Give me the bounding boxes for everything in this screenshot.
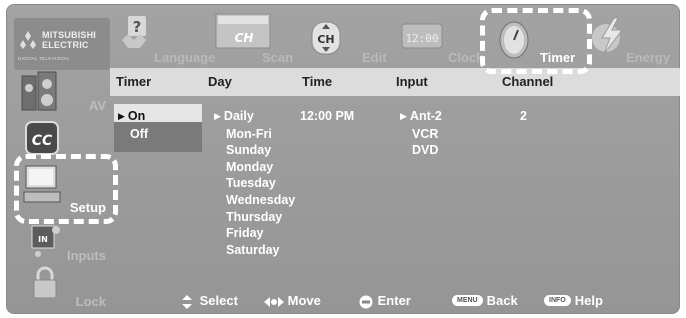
tab-clock[interactable]: 12:00 Clock (398, 4, 484, 68)
timer-tab-highlight (480, 8, 592, 74)
input-option-ant-2[interactable]: Ant-2 (400, 108, 442, 126)
tab-edit[interactable]: CH Edit (302, 4, 398, 68)
bottom-hint-bar: Select Move Enter MENU Back INFO Help (6, 288, 680, 314)
hint-select: Select (178, 293, 238, 309)
sidebar-item-inputs[interactable]: IN Inputs (14, 218, 110, 266)
tab-language[interactable]: ? Language (110, 4, 215, 68)
input-column: Ant-2 VCR DVD (400, 108, 442, 159)
timer-column: On Off (118, 108, 148, 142)
channel-column: 2 (520, 108, 527, 125)
clock-icon: 12:00 (401, 23, 443, 49)
enter-button-icon (359, 295, 373, 309)
header-timer: Timer (116, 74, 152, 89)
day-option-tuesday[interactable]: Tuesday (214, 175, 295, 192)
hint-help-label: Help (574, 293, 603, 308)
sidebar-item-av[interactable]: AV (14, 68, 110, 118)
day-column: Daily Mon-Fri Sunday Monday Tuesday Wedn… (214, 108, 295, 258)
header-input: Input (396, 74, 428, 89)
hint-enter: Enter (358, 293, 411, 309)
tab-scan[interactable]: CH Scan (206, 4, 302, 68)
channel-value[interactable]: 2 (520, 108, 527, 125)
timer-option-on[interactable]: On (118, 108, 148, 126)
setup-item-highlight (14, 154, 118, 224)
day-option-saturday[interactable]: Saturday (214, 242, 295, 259)
tab-clock-label: Clock (448, 50, 484, 65)
brand-name-line2: ELECTRIC (42, 40, 89, 50)
tab-energy-label: Energy (626, 50, 671, 65)
brand-tagline: DIGITAL TELEVISION (18, 56, 70, 61)
input-option-dvd[interactable]: DVD (400, 142, 442, 159)
speakers-icon (21, 71, 57, 111)
day-option-friday[interactable]: Friday (214, 225, 295, 242)
svg-text:?: ? (133, 18, 142, 36)
header-day: Day (208, 74, 232, 89)
tv-menu-screen: MITSUBISHI ELECTRIC DIGITAL TELEVISION ?… (6, 4, 680, 314)
channel-scan-icon: CH (215, 13, 271, 49)
brand-name-line1: MITSUBISHI (42, 30, 97, 40)
cc-icon-text: CC (32, 133, 53, 149)
tab-energy[interactable]: Energy (580, 4, 680, 68)
sidebar-item-av-label: AV (88, 98, 106, 113)
brand-logo: MITSUBISHI ELECTRIC DIGITAL TELEVISION (14, 18, 110, 70)
in-badge-text: IN (38, 235, 48, 244)
day-option-thursday[interactable]: Thursday (214, 209, 295, 226)
info-key-icon: INFO (544, 295, 571, 307)
input-option-vcr[interactable]: VCR (400, 126, 442, 143)
menu-key-icon: MENU (452, 295, 483, 307)
table-header-row: Timer Day Time Input Channel (110, 68, 680, 96)
closed-caption-icon: CC (25, 121, 59, 155)
hint-back-label: Back (486, 293, 518, 308)
hint-move-label: Move (287, 293, 321, 308)
hint-back: MENU Back (452, 293, 518, 308)
hint-select-label: Select (199, 293, 238, 308)
time-value[interactable]: 12:00 PM (300, 108, 354, 125)
hint-help: INFO Help (544, 293, 603, 308)
header-channel: Channel (502, 74, 554, 89)
header-time: Time (302, 74, 333, 89)
clock-digits: 12:00 (405, 32, 438, 45)
scan-ch-text: CH (235, 31, 254, 45)
energy-bolt-icon (592, 17, 623, 55)
sidebar-item-inputs-label: Inputs (67, 248, 106, 263)
left-right-arrows-icon (264, 296, 284, 307)
timer-settings-table: Timer Day Time Input Channel On Off Dail… (110, 68, 680, 288)
tab-edit-label: Edit (362, 50, 387, 65)
timer-option-off[interactable]: Off (118, 126, 148, 143)
channel-edit-icon: CH (311, 21, 341, 55)
language-help-icon: ? (122, 16, 146, 48)
up-down-arrows-icon (182, 294, 192, 309)
hint-move: Move (264, 293, 321, 309)
mitsubishi-diamonds-icon (20, 31, 36, 49)
day-option-monday[interactable]: Monday (214, 159, 295, 176)
hint-enter-label: Enter (377, 293, 411, 308)
day-option-wednesday[interactable]: Wednesday (214, 192, 295, 209)
tab-scan-label: Scan (262, 50, 294, 65)
day-option-mon-fri[interactable]: Mon-Fri (214, 126, 295, 143)
inputs-plug-icon: IN (31, 225, 60, 257)
day-option-sunday[interactable]: Sunday (214, 142, 295, 159)
time-column: 12:00 PM (300, 108, 354, 125)
day-option-daily[interactable]: Daily (214, 108, 295, 126)
ch-badge-text: CH (317, 33, 334, 46)
